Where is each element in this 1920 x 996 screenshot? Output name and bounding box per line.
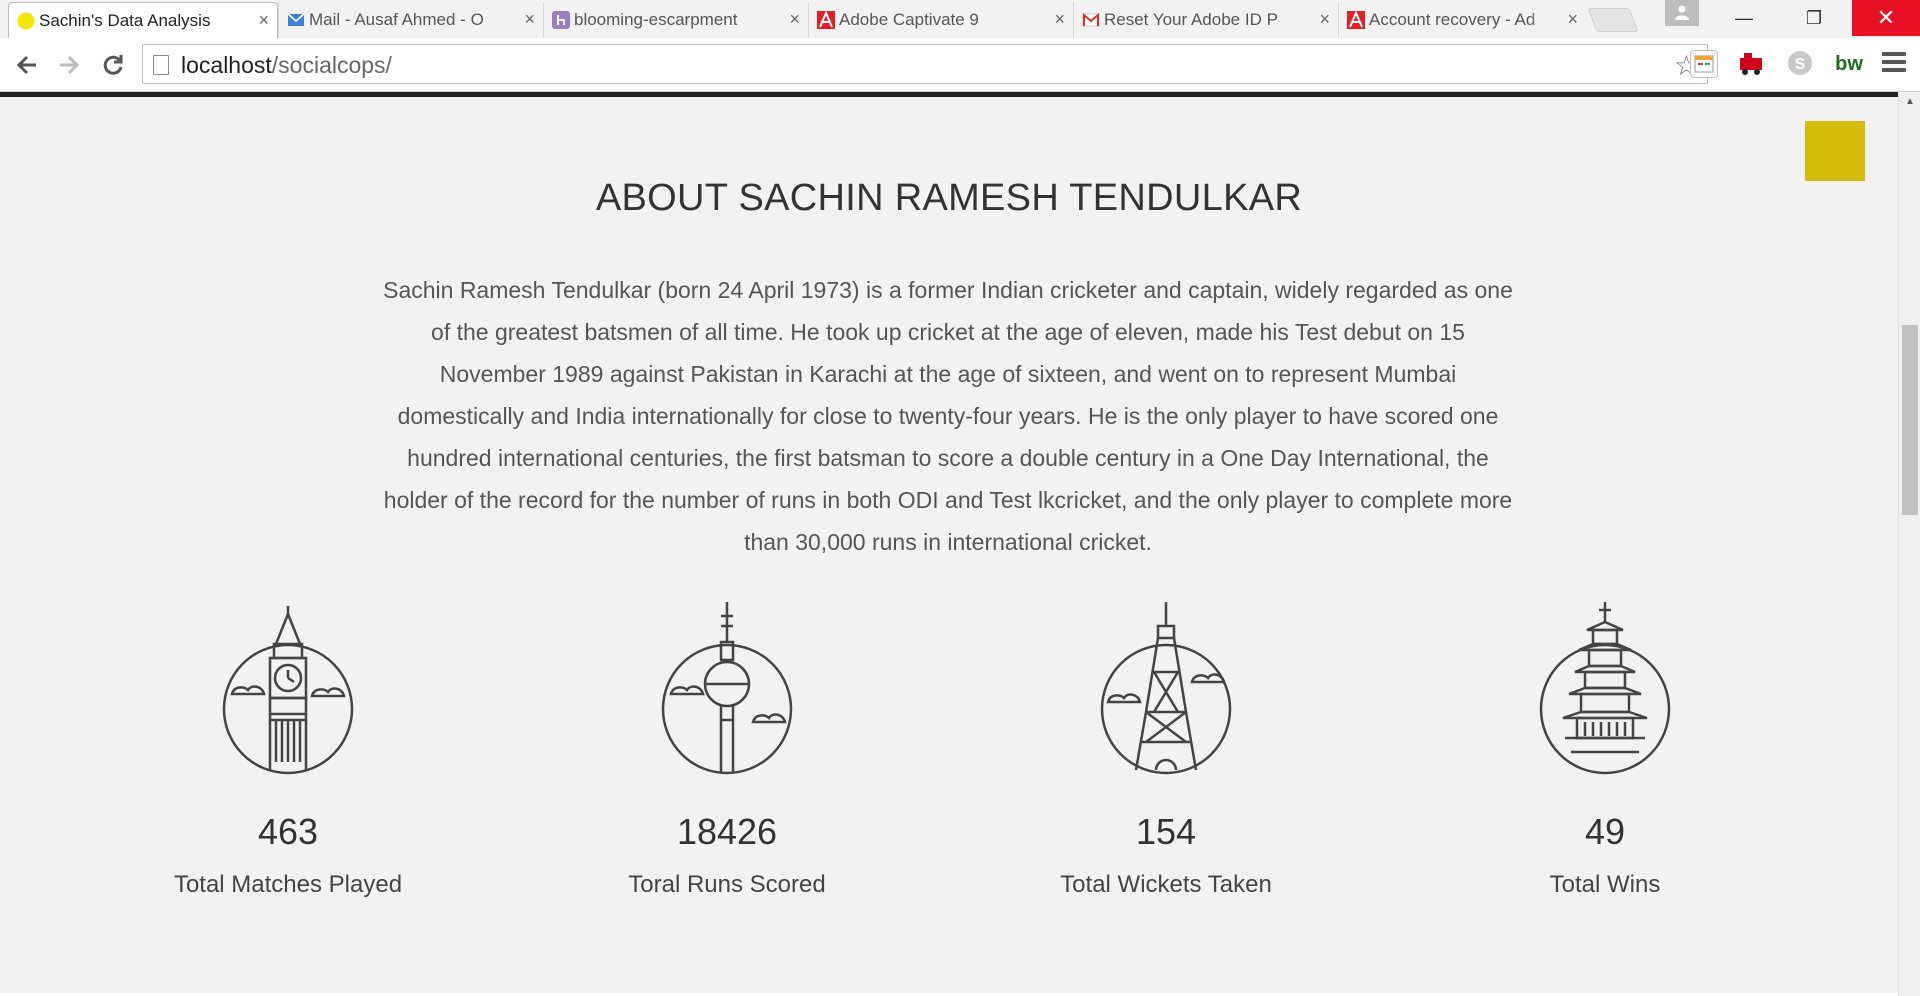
about-paragraph: Sachin Ramesh Tendulkar (born 24 April 1… [383, 277, 1513, 555]
tab-sachins-data-analysis[interactable]: Sachin's Data Analysis × [8, 2, 278, 38]
tab-title: Reset Your Adobe ID P [1104, 10, 1310, 30]
tab-adobe-captivate[interactable]: Adobe Captivate 9 × [808, 2, 1073, 38]
page-scrollbar[interactable]: ▲ [1898, 92, 1920, 996]
tab-mail[interactable]: Mail - Ausaf Ahmed - O × [278, 2, 543, 38]
tab-close-icon[interactable]: × [524, 9, 535, 30]
tab-title: Sachin's Data Analysis [39, 11, 249, 31]
minimize-button[interactable]: — [1716, 0, 1772, 36]
tab-close-icon[interactable]: × [258, 10, 269, 31]
tab-title: Mail - Ausaf Ahmed - O [309, 10, 515, 30]
profile-avatar-icon[interactable] [1665, 0, 1699, 26]
stat-wins: 49 Total Wins [1455, 602, 1755, 899]
stat-label: Total Wins [1549, 871, 1661, 898]
tab-title: blooming-escarpment [574, 10, 780, 30]
skype-icon[interactable]: S [1786, 50, 1814, 78]
berlin-tv-tower-icon [657, 602, 797, 777]
stat-value: 463 [257, 811, 319, 852]
accent-square[interactable] [1805, 121, 1865, 181]
pagoda-icon [1535, 602, 1675, 777]
train-extension-icon[interactable] [1738, 50, 1766, 78]
browser-chrome: Sachin's Data Analysis × Mail - Ausaf Ah… [0, 0, 1920, 92]
tab-close-icon[interactable]: × [789, 9, 800, 30]
stat-runs: 18426 Toral Runs Scored [577, 602, 877, 899]
adobe-icon [1347, 11, 1365, 29]
tab-account-recovery[interactable]: Account recovery - Ad × [1338, 2, 1586, 38]
address-bar[interactable]: localhost/socialcops/ ☆ [142, 44, 1708, 84]
gmail-icon [1082, 12, 1100, 27]
stat-wickets: 154 Total Wickets Taken [1016, 602, 1316, 899]
tab-title: Account recovery - Ad [1369, 10, 1558, 30]
url-text[interactable]: localhost/socialcops/ [181, 52, 392, 79]
back-arrow-icon[interactable] [10, 48, 44, 82]
tab-close-icon[interactable]: × [1319, 9, 1330, 30]
tab-close-icon[interactable]: × [1054, 9, 1065, 30]
new-tab-button[interactable] [1587, 8, 1639, 32]
big-ben-icon [218, 602, 358, 777]
browser-toolbar: localhost/socialcops/ ☆ S bw [0, 38, 1920, 92]
restore-button[interactable]: ❐ [1786, 0, 1842, 36]
stat-label: Toral Runs Scored [628, 871, 826, 898]
stat-value: 18426 [676, 811, 778, 852]
adobe-icon [817, 11, 835, 29]
mail-envelope-icon [287, 13, 305, 26]
page-icon [153, 55, 169, 75]
stat-value: 154 [1135, 811, 1197, 852]
yellow-circle-icon [17, 12, 35, 30]
about-title: ABOUT SACHIN RAMESH TENDULKAR [595, 177, 1303, 219]
stat-label: Total Wickets Taken [1060, 871, 1272, 898]
forward-arrow-icon[interactable] [52, 48, 86, 82]
url-host: localhost [181, 52, 272, 78]
stat-label: Total Matches Played [173, 871, 403, 898]
page-content: ABOUT SACHIN RAMESH TENDULKAR Sachin Ram… [0, 97, 1898, 996]
bw-extension-icon[interactable]: bw [1832, 50, 1866, 78]
eiffel-tower-icon [1096, 602, 1236, 777]
url-path: /socialcops/ [271, 52, 392, 78]
scroll-up-arrow-icon[interactable]: ▲ [1905, 96, 1915, 107]
tab-blooming-escarpment[interactable]: blooming-escarpment × [543, 2, 808, 38]
scrollbar-thumb[interactable] [1902, 325, 1918, 515]
window-close-button[interactable]: ✕ [1852, 0, 1920, 36]
svg-text:S: S [1795, 56, 1806, 73]
reload-icon[interactable] [96, 48, 130, 82]
tab-title: Adobe Captivate 9 [839, 10, 1045, 30]
tab-reset-adobe-id[interactable]: Reset Your Adobe ID P × [1073, 2, 1338, 38]
stat-value: 49 [1584, 811, 1626, 852]
heroku-icon [552, 11, 570, 29]
stat-matches: 463 Total Matches Played [138, 602, 438, 899]
tab-strip: Sachin's Data Analysis × Mail - Ausaf Ah… [0, 0, 1920, 38]
calendar-extension-icon[interactable] [1690, 50, 1718, 78]
menu-icon[interactable] [1882, 52, 1906, 76]
tab-close-icon[interactable]: × [1567, 9, 1578, 30]
